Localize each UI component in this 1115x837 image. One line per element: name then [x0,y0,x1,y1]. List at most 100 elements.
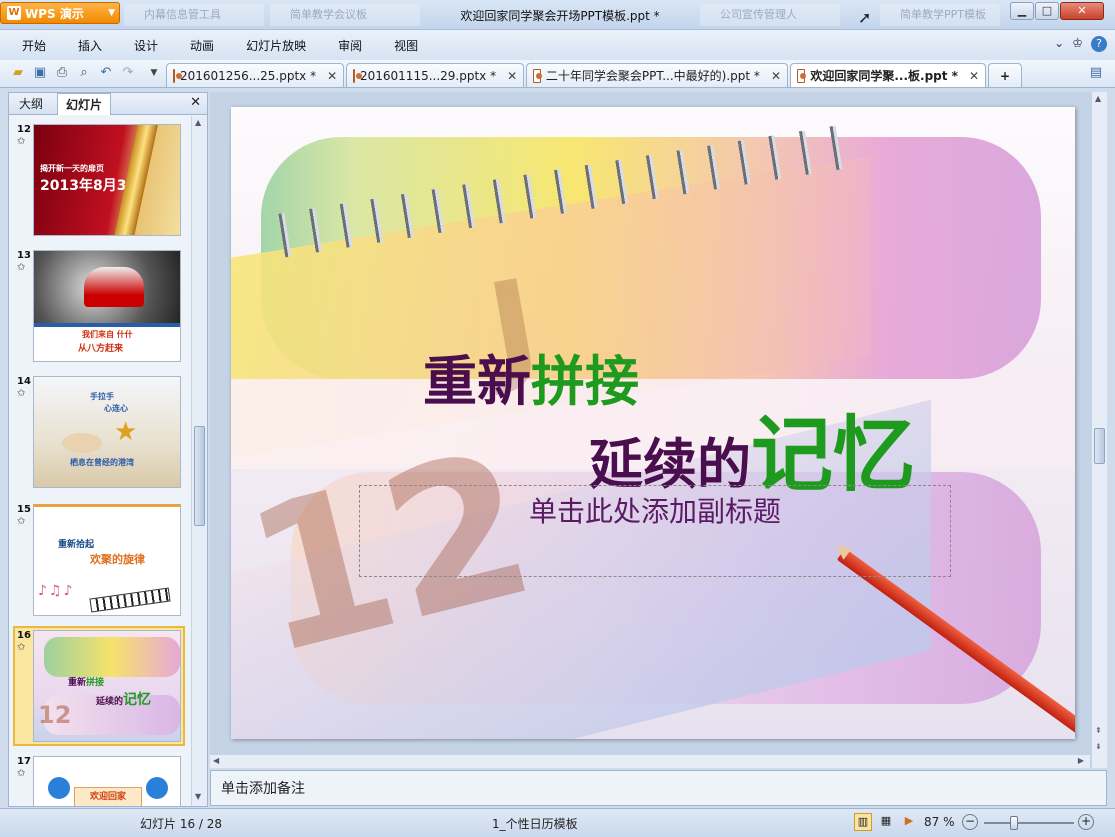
thumb-number: 16 [17,630,31,641]
thumbnail-scrollbar[interactable]: ▲ ▼ [191,116,207,806]
undo-icon[interactable]: ↶ [98,65,114,81]
title-purple-part: 重新 [423,350,531,413]
doc-tab-label: 201601115...29.pptx * [360,68,497,83]
thumb-number: 15 [17,504,31,515]
save-icon[interactable]: ▣ [32,65,48,81]
close-icon[interactable]: ✕ [771,69,781,83]
tab-slides[interactable]: 幻灯片 [57,93,112,115]
skin-icon[interactable]: ♔ [1072,36,1083,52]
next-slide-icon[interactable]: ⇟ [1095,742,1102,751]
app-brand-label: WPS 演示 [25,6,84,21]
thumb-text: 栖息在曾经的港湾 [70,458,134,467]
plus-icon: + [999,68,1011,83]
wps-app-menu-button[interactable]: W WPS 演示 ▼ [0,2,120,24]
menu-right-controls: ⌄ ♔ ? [1054,36,1107,52]
print-icon[interactable]: ⎙ [54,65,70,81]
zoom-slider-track[interactable] [984,822,1074,824]
slide-thumbnail[interactable]: 手拉手 心连心 ★ 栖息在曾经的港湾 [33,376,181,488]
slide-thumbnail-selected[interactable]: 重新拼接 延续的记忆 12 [33,630,181,742]
slide-horizontal-scrollbar[interactable]: ◀ ▶ [210,754,1090,768]
thumb-text: 欢迎回家 [74,787,142,806]
doc-tab-label: 201601256...25.pptx * [180,68,317,83]
starfish-icon: ★ [114,417,138,447]
thumb-text: 我们来自 什什 [82,330,133,339]
help-icon[interactable]: ? [1091,36,1107,52]
scroll-down-icon[interactable]: ▼ [195,792,201,801]
train-shape [84,267,144,307]
menu-home[interactable]: 开始 [22,37,46,54]
slide-thumbnail[interactable]: 重新拾起 欢聚的旋律 ♪♫♪ [33,504,181,616]
thumb-text: 欢聚的旋律 [90,553,145,566]
slide-sorter-icon[interactable]: ▦ [877,813,895,831]
doc-tab-active[interactable]: 欢迎回家同学聚...板.ppt * ✕ [790,63,986,87]
ghost-window-tab[interactable]: 内幕信息管工具 [124,4,264,26]
person-icon [146,777,168,799]
maximize-button[interactable]: □ [1035,2,1059,20]
mouse-cursor-icon: ➚ [858,8,872,27]
thumb-number: 13 [17,250,31,261]
close-icon[interactable]: ✕ [507,69,517,83]
slide-canvas[interactable]: 12 J 重新拼接 延续的记忆 单击此处添加副标题 [231,107,1075,739]
slide-vertical-scrollbar[interactable]: ▲ ⇞ ⇟ [1091,92,1107,768]
scrollbar-thumb[interactable] [194,426,205,526]
slide-counter: 幻灯片 16 / 28 [140,817,223,831]
menu-review[interactable]: 审阅 [338,37,362,54]
print-preview-icon[interactable]: ⌕ [76,65,92,81]
zoom-slider-thumb[interactable] [1009,816,1018,830]
doc-tab[interactable]: 201601115...29.pptx * ✕ [346,63,524,87]
menu-view[interactable]: 视图 [394,37,418,54]
star-icon: ✩ [17,136,26,147]
normal-view-icon[interactable]: ▥ [854,813,872,831]
close-icon[interactable]: ✕ [969,69,979,83]
subtitle-placeholder-box[interactable]: 单击此处添加副标题 [359,485,951,577]
ghost-window-tab[interactable]: 简单教学PPT模板 [880,4,1000,26]
thumb-number: 12 [17,124,31,135]
previous-slide-icon[interactable]: ⇞ [1095,726,1102,735]
redo-icon[interactable]: ↷ [120,65,136,81]
new-tab-button[interactable]: + [988,63,1022,87]
doc-tab[interactable]: 201601256...25.pptx * ✕ [166,63,344,87]
zoom-out-button[interactable]: − [962,814,978,830]
doc-tab-label: 二十年同学会聚会PPT...中最好的).ppt * [545,69,760,83]
tab-outline[interactable]: 大纲 [11,93,51,115]
scroll-up-icon[interactable]: ▲ [195,118,201,127]
close-window-button[interactable]: ✕ [1060,2,1104,20]
chevron-down-icon: ▼ [108,8,115,18]
scrollbar-thumb[interactable] [1094,428,1105,464]
template-name: 1_个性日历模板 [492,817,578,831]
menu-insert[interactable]: 插入 [78,37,102,54]
slideshow-icon[interactable]: ▶ [900,813,918,831]
slide-thumbnail[interactable]: 我们来自 什什 从八方赶来 [33,250,181,362]
zoom-in-button[interactable]: + [1078,814,1094,830]
slide-thumbnail[interactable]: 欢迎回家 [33,756,181,806]
minimize-button[interactable]: ▁ [1010,2,1034,20]
menu-animation[interactable]: 动画 [190,37,214,54]
chevron-down-icon[interactable]: ⌄ [1054,36,1064,52]
notes-pane[interactable]: 单击添加备注 [210,770,1107,806]
slide-thumbnail[interactable]: 揭开新一天的扉页 2013年8月3日 [33,124,181,236]
close-icon[interactable]: ✕ [190,95,201,110]
music-notes-icon: ♪♫♪ [38,583,75,599]
ghost-window-tab[interactable]: 简单教学会议板 [270,4,420,26]
thumb-text: 揭开新一天的扉页 [40,164,104,173]
menu-design[interactable]: 设计 [134,37,158,54]
doc-tab[interactable]: 二十年同学会聚会PPT...中最好的).ppt * ✕ [526,63,788,87]
customize-icon[interactable]: ▼ [146,65,162,81]
shells-image [62,433,102,453]
pane-tabs: 大纲 幻灯片 ✕ [9,93,207,115]
notes-placeholder: 单击添加备注 [221,781,305,797]
folder-open-icon[interactable]: ▰ [10,65,26,81]
thumbnail-list: 12 ✩ 揭开新一天的扉页 2013年8月3日 13 ✩ 我们来自 什什 从八方… [9,116,191,806]
thumb-text: 从八方赶来 [78,344,124,354]
scroll-right-icon[interactable]: ▶ [1078,756,1084,765]
scroll-left-icon[interactable]: ◀ [213,756,219,765]
status-bar: 幻灯片 16 / 28 1_个性日历模板 ▥ ▦ ▶ 87 % − + [0,808,1115,837]
close-icon[interactable]: ✕ [327,69,337,83]
layout-icon[interactable]: ▤ [1088,65,1104,81]
thumb-text: 心连心 [104,404,128,413]
ghost-window-tab[interactable]: 公司宣传管理人 [700,4,840,26]
menu-slideshow[interactable]: 幻灯片放映 [246,37,306,54]
ppt-file-icon [173,68,182,83]
slide-title-line1[interactable]: 重新拼接 [423,337,639,416]
scroll-up-icon[interactable]: ▲ [1095,94,1101,103]
